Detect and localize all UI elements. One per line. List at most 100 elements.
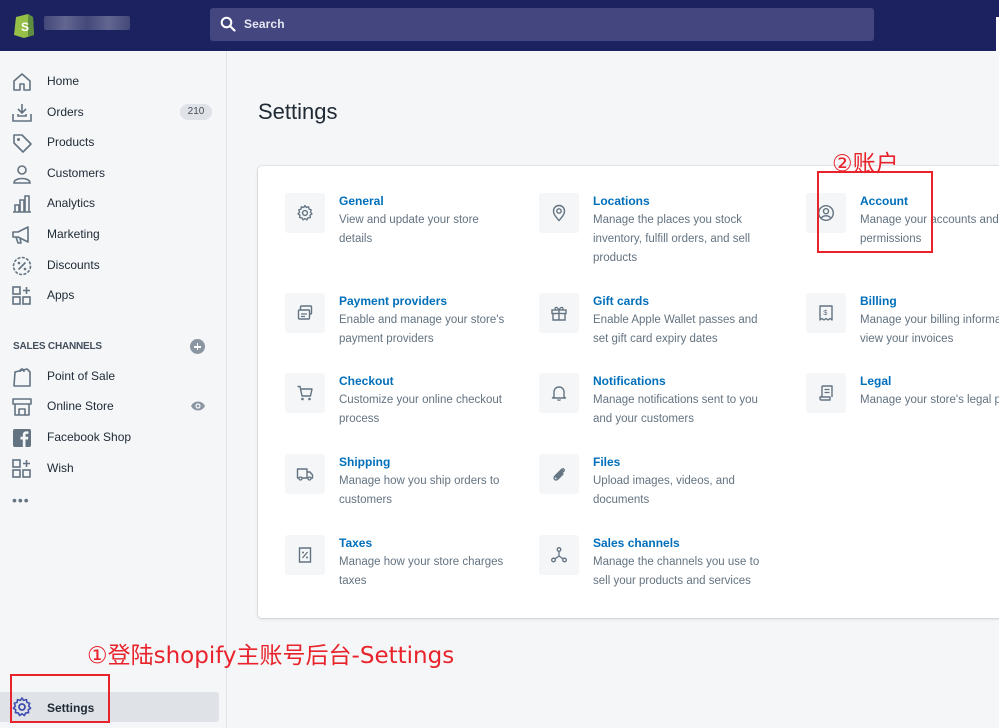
add-sales-channel-icon[interactable]: [190, 339, 205, 354]
tile-description: Manage how you ship orders to customers: [339, 475, 500, 506]
store-icon: [12, 398, 32, 416]
bell-icon: [551, 386, 567, 401]
tile-icon-wrap: [285, 293, 325, 333]
tile-icon-wrap: [285, 454, 325, 494]
tile-title: Checkout: [339, 374, 394, 388]
orders-icon: [12, 104, 32, 122]
settings-tile-billing[interactable]: $ Billing Manage your billing informa an…: [806, 293, 999, 363]
channels-icon: [551, 547, 567, 563]
sidebar-item-apps[interactable]: Apps: [0, 281, 227, 309]
sidebar-item-point-of-sale[interactable]: Point of Sale: [0, 362, 227, 390]
tile-title: Gift cards: [593, 294, 650, 308]
megaphone-icon: [12, 226, 29, 244]
cart-icon: [297, 385, 313, 401]
sidebar-item-customers[interactable]: Customers: [0, 159, 227, 187]
tile-title: Notifications: [593, 374, 666, 388]
annotation-step-2: ②账户: [832, 151, 899, 177]
more-channels-icon[interactable]: •••: [12, 493, 30, 507]
settings-tile-gift-cards[interactable]: Gift cards Enable Apple Wallet passes an…: [539, 293, 769, 363]
tile-title: Sales channels: [593, 536, 680, 550]
settings-tile-notifications[interactable]: Notifications Manage notifications sent …: [539, 373, 769, 443]
location-pin-icon: [552, 204, 566, 222]
pos-icon: [13, 368, 31, 387]
tile-description: Manage the channels you use to sell your…: [593, 556, 760, 587]
svg-text:S: S: [21, 20, 29, 34]
eye-icon[interactable]: [190, 399, 206, 413]
settings-tile-payment-providers[interactable]: Payment providers Enable and manage your…: [285, 293, 515, 363]
search-icon: [220, 16, 236, 32]
sales-channels-heading: SALES CHANNELS: [13, 341, 102, 352]
tile-description: Manage your store's legal pa: [860, 394, 999, 406]
store-name[interactable]: [44, 16, 130, 30]
tile-icon-wrap: [285, 535, 325, 575]
facebook-icon: [13, 429, 31, 447]
sidebar-item-orders[interactable]: Orders 210: [0, 98, 227, 126]
sidebar-item-products[interactable]: Products: [0, 128, 227, 156]
tile-title: Legal: [860, 374, 892, 388]
home-icon: [13, 73, 31, 91]
sidebar-item-facebook-shop[interactable]: Facebook Shop: [0, 423, 227, 451]
tag-icon: [13, 134, 32, 153]
tile-icon-wrap: [539, 454, 579, 494]
sidebar-item-discounts[interactable]: Discounts: [0, 251, 227, 279]
sidebar-item-label: Customers: [47, 166, 106, 180]
tile-description: Manage notifications sent to you and you…: [593, 394, 758, 425]
tax-icon: [298, 547, 312, 563]
paperclip-icon: [553, 468, 565, 481]
gear-icon: [297, 204, 313, 221]
settings-tile-locations[interactable]: Locations Manage the places you stock in…: [539, 193, 769, 264]
settings-tile-general[interactable]: General View and update your store detai…: [285, 193, 515, 263]
orders-count-badge: 210: [180, 104, 212, 120]
search-bar[interactable]: Search: [210, 8, 874, 41]
tile-title: Taxes: [339, 536, 373, 550]
billing-icon: $: [819, 305, 833, 321]
settings-tile-shipping[interactable]: Shipping Manage how you ship orders to c…: [285, 454, 515, 524]
tile-title: Locations: [593, 194, 650, 208]
sidebar-item-label: Apps: [47, 288, 75, 302]
sidebar-item-marketing[interactable]: Marketing: [0, 220, 227, 248]
tile-description: Enable and manage your store's payment p…: [339, 314, 505, 345]
tile-icon-wrap: [539, 193, 579, 233]
tile-title: Payment providers: [339, 294, 448, 308]
gift-icon: [551, 306, 567, 321]
tile-icon-wrap: [285, 373, 325, 413]
tile-description: Enable Apple Wallet passes and set gift …: [593, 314, 758, 345]
settings-tile-legal[interactable]: Legal Manage your store's legal pa: [806, 373, 999, 443]
tile-description: Customize your online checkout process: [339, 394, 502, 425]
sidebar-item-home[interactable]: Home: [0, 67, 227, 95]
sidebar-item-label: Products: [47, 135, 95, 149]
sidebar-item-label: Point of Sale: [47, 369, 116, 383]
legal-icon: [819, 385, 833, 401]
sidebar-item-analytics[interactable]: Analytics: [0, 189, 227, 217]
sidebar-item-online-store[interactable]: Online Store: [0, 392, 227, 420]
settings-tile-sales-channels[interactable]: Sales channels Manage the channels you u…: [539, 535, 769, 605]
annotation-step-1: ①登陆shopify主账号后台-Settings: [87, 643, 455, 669]
payment-icon: [297, 305, 313, 320]
settings-tile-checkout[interactable]: Checkout Customize your online checkout …: [285, 373, 515, 443]
tile-icon-wrap: [285, 193, 325, 233]
settings-tile-files[interactable]: Files Upload images, videos, and documen…: [539, 454, 769, 524]
sidebar-item-label: Analytics: [47, 196, 96, 210]
discount-icon: [12, 256, 32, 276]
svg-text:$: $: [823, 308, 828, 317]
tile-title: Shipping: [339, 455, 391, 469]
sidebar-item-wish[interactable]: Wish: [0, 454, 227, 482]
settings-tile-taxes[interactable]: Taxes Manage how your store charges taxe…: [285, 535, 515, 605]
annotation-settings-highlight: [10, 674, 110, 723]
bar-chart-icon: [13, 195, 31, 213]
search-placeholder: Search: [244, 17, 285, 31]
tile-icon-wrap: [539, 293, 579, 333]
shopify-logo-icon[interactable]: S: [13, 11, 35, 38]
tile-title: Billing: [860, 294, 897, 308]
tile-description: Manage how your store charges taxes: [339, 556, 504, 587]
tile-title: Files: [593, 455, 621, 469]
sidebar-item-label: Orders: [47, 105, 84, 119]
person-icon: [13, 165, 31, 184]
truck-icon: [296, 468, 314, 481]
annotation-account-highlight: [817, 171, 933, 253]
tile-icon-wrap: [539, 373, 579, 413]
top-bar: S Search: [0, 0, 999, 51]
tile-description: Manage the places you stock inventory, f…: [593, 214, 751, 264]
sidebar: Home Orders 210 Products Customers Analy…: [0, 51, 227, 728]
tile-icon-wrap: [806, 373, 846, 413]
